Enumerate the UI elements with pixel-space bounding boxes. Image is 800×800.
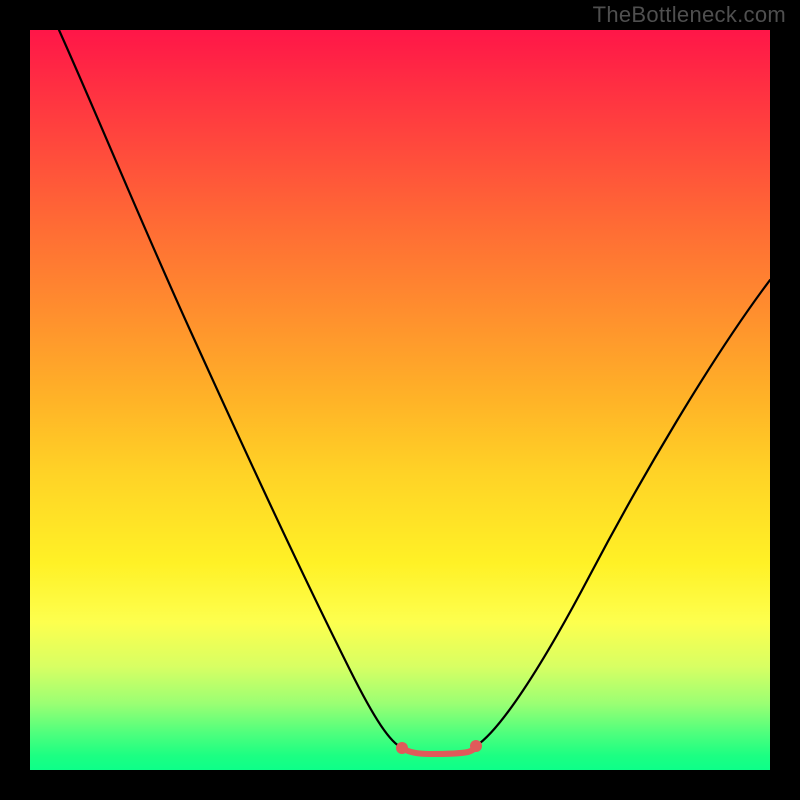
curve-left-branch xyxy=(59,30,402,748)
curve-right-branch xyxy=(476,280,770,746)
watermark-text: TheBottleneck.com xyxy=(593,2,786,28)
curve-overlay xyxy=(30,30,770,770)
optimal-dot-right xyxy=(470,740,482,752)
gradient-plot-background xyxy=(30,30,770,770)
optimal-segment xyxy=(402,746,476,754)
optimal-dot-left xyxy=(396,742,408,754)
chart-canvas: TheBottleneck.com xyxy=(0,0,800,800)
